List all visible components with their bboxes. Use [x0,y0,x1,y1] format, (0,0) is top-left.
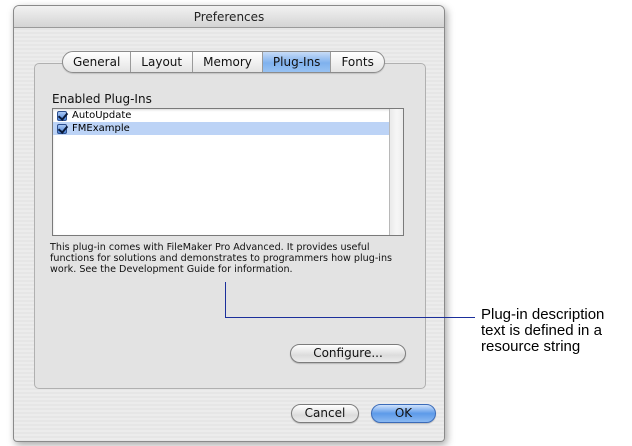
tab-general[interactable]: General [63,52,132,72]
window-title: Preferences [14,6,444,28]
plugin-description: This plug-in comes with FileMaker Pro Ad… [50,242,393,275]
list-scrollbar[interactable] [389,109,403,235]
preferences-window: Preferences General Layout Memory Plug-I… [13,5,445,442]
callout-annotation: Plug-in description text is defined in a… [481,306,605,355]
enabled-plugins-label: Enabled Plug-Ins [52,92,152,106]
tab-memory[interactable]: Memory [193,52,263,72]
checkbox-icon[interactable] [57,110,67,121]
checkbox-icon[interactable] [57,123,67,134]
callout-line-horizontal [225,317,475,318]
plugin-name: AutoUpdate [72,110,132,121]
plugin-list[interactable]: AutoUpdate FMExample [52,108,404,236]
plugin-name: FMExample [72,123,130,134]
ok-button[interactable]: OK [371,404,436,423]
list-item[interactable]: AutoUpdate [53,109,389,122]
tab-fonts[interactable]: Fonts [331,52,383,72]
tab-layout[interactable]: Layout [131,52,194,72]
tab-plug-ins[interactable]: Plug-Ins [262,52,332,72]
cancel-button[interactable]: Cancel [291,404,359,423]
tab-bar: General Layout Memory Plug-Ins Fonts [62,51,385,73]
configure-button[interactable]: Configure... [290,344,406,363]
callout-line-vertical [225,282,226,318]
list-item[interactable]: FMExample [53,122,389,135]
